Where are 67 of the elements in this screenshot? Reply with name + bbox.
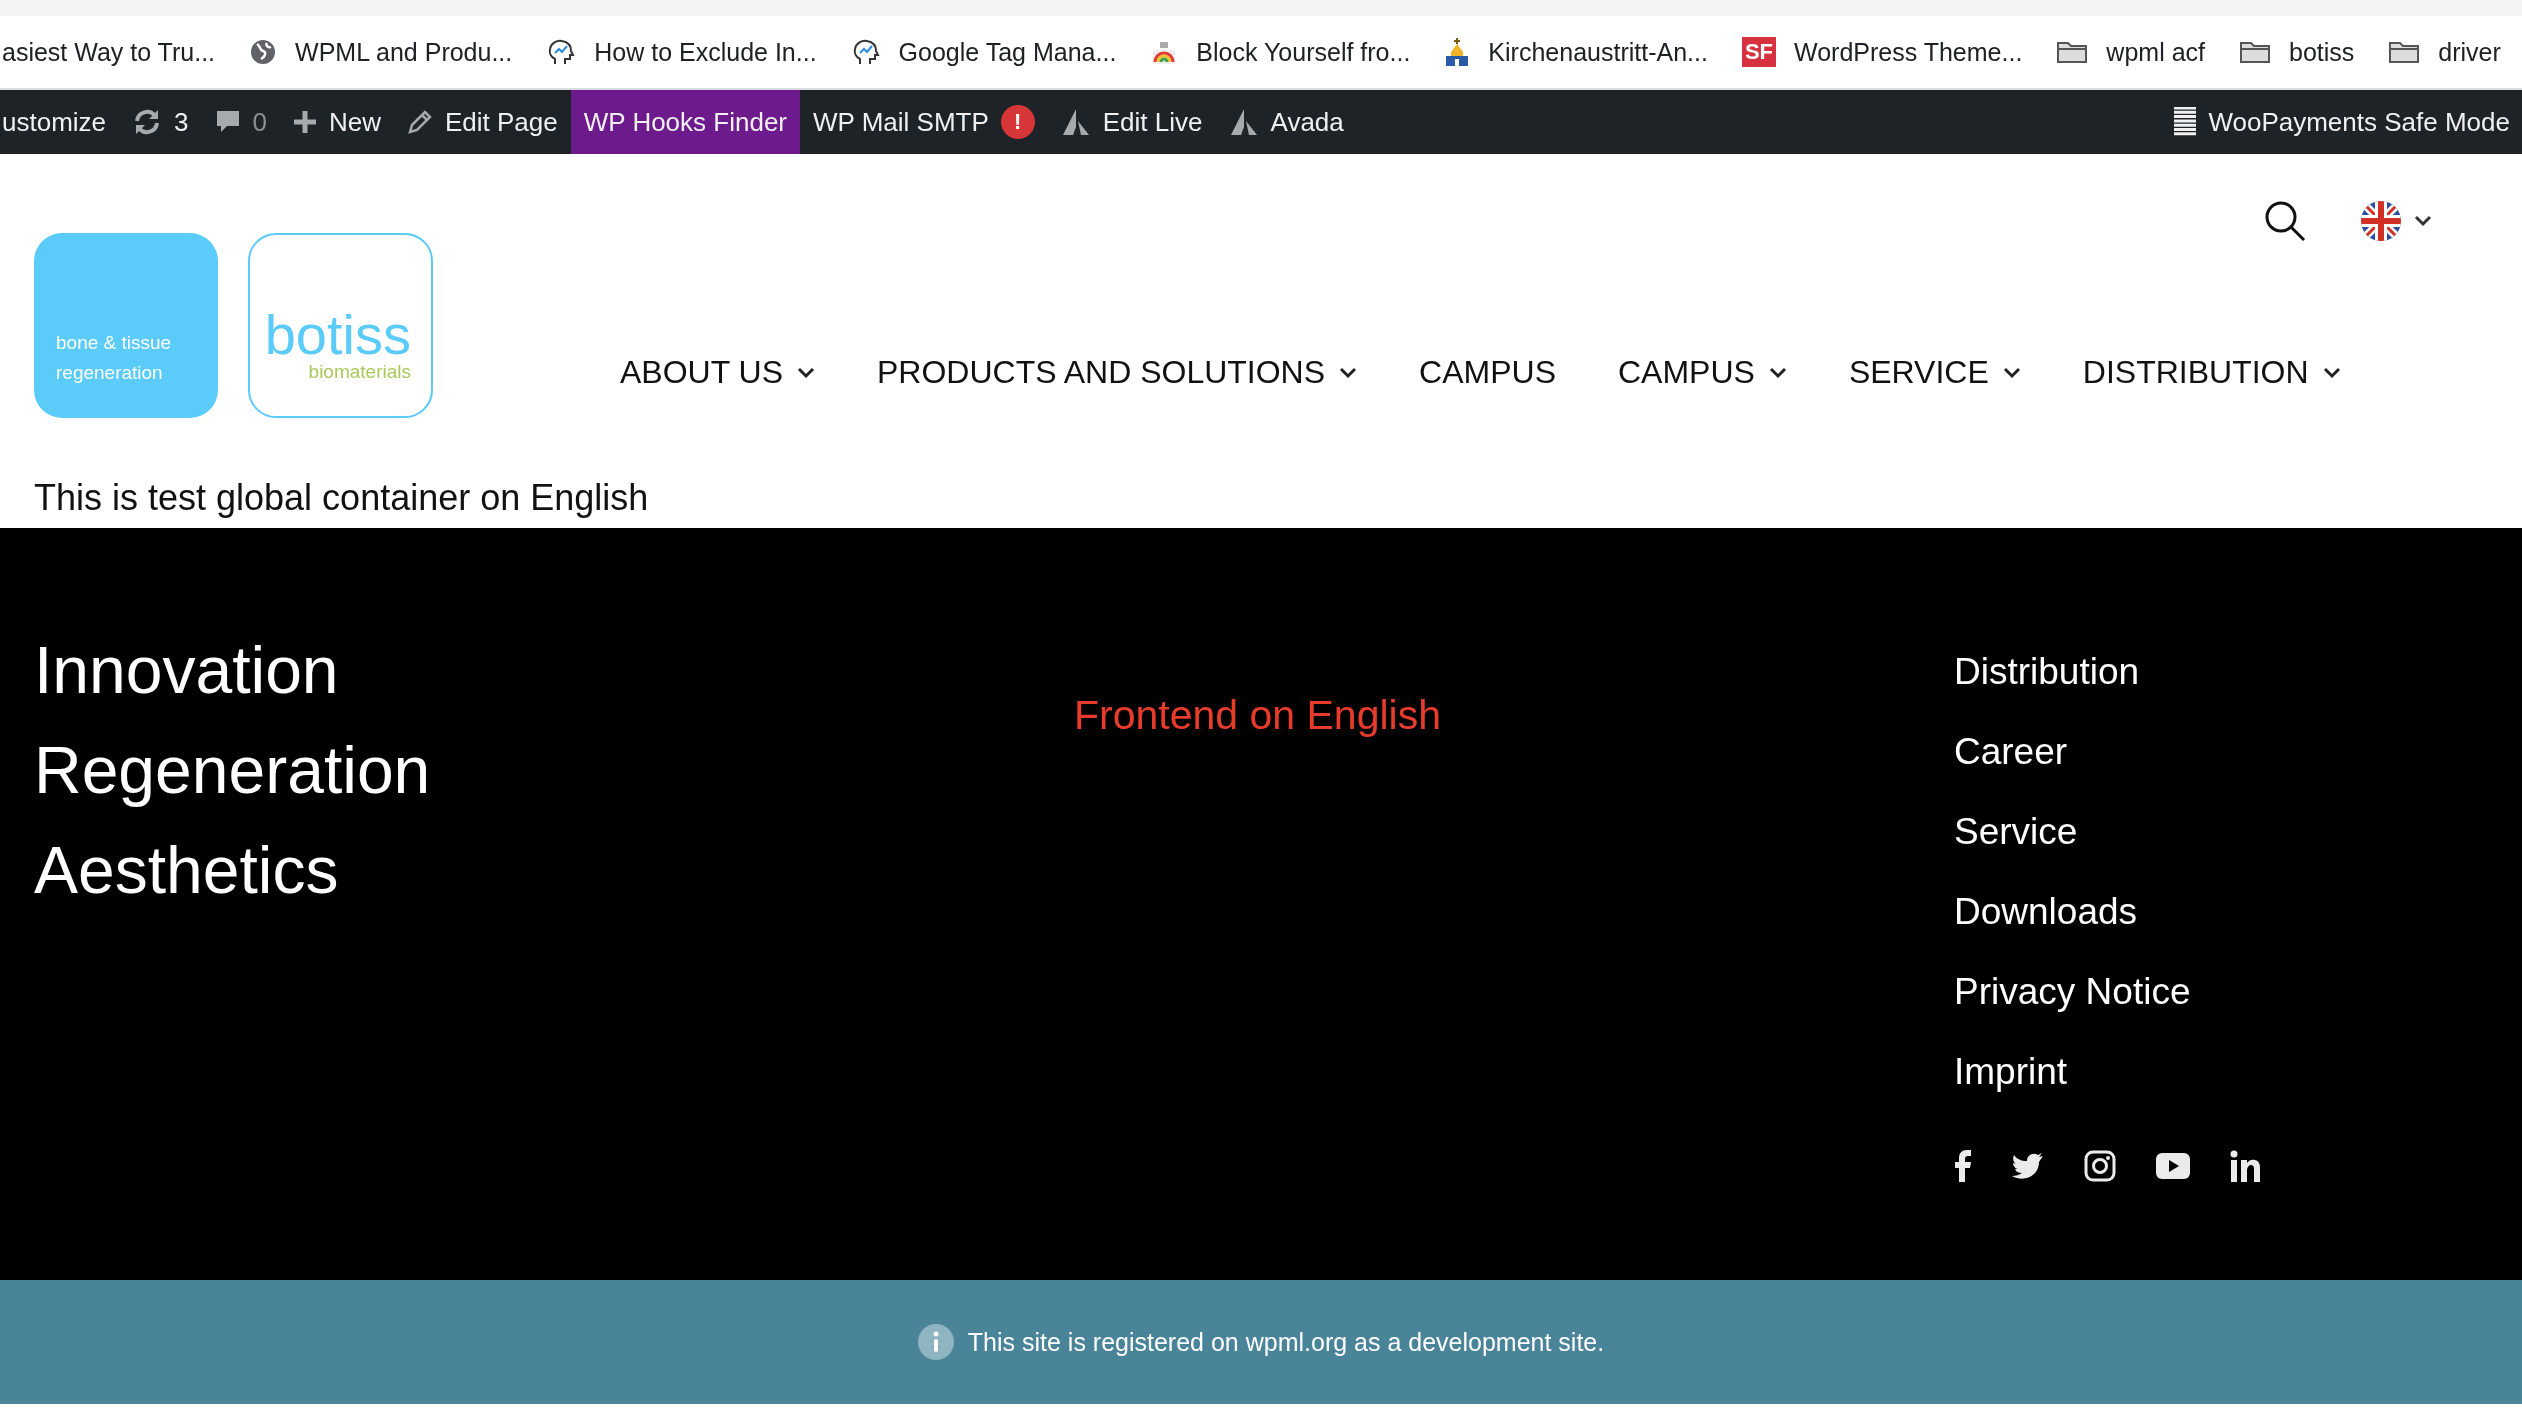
global-container-text: This is test global container on English [34,477,649,519]
bookmark[interactable]: botiss [2239,37,2355,67]
list-icon [2174,107,2197,137]
instagram-icon[interactable] [2084,1150,2116,1182]
avada-icon [1228,107,1259,137]
bookmark[interactable]: Google Tag Mana... [850,37,1117,67]
footer-tagline: Regeneration [34,732,432,809]
youtube-icon[interactable] [2156,1153,2190,1179]
bookmark[interactable]: SF WordPress Theme... [1741,37,2023,67]
bookmark[interactable]: asiest Way to Tru... [2,37,216,67]
chevron-down-icon [797,366,815,379]
chevron-down-icon [1768,366,1787,379]
globe-icon [249,38,278,66]
frontend-text: Frontend on English [1074,692,1441,738]
toolbar-item[interactable]: WP Mail SMTP ! [800,90,1048,154]
avada-icon [1060,107,1091,137]
bookmark[interactable]: Kirchenaustritt-An... [1444,37,1708,67]
search-icon[interactable] [2264,200,2306,242]
alert-badge: ! [1000,105,1035,139]
flag-icon [2360,200,2402,242]
plus-icon [293,110,317,134]
nav-item[interactable]: ABOUT US [620,354,815,391]
bookmark[interactable]: Block Yourself fro... [1150,37,1411,67]
linkedin-icon[interactable] [2230,1150,2262,1182]
comment-icon [214,109,241,135]
nav-item[interactable]: DISTRIBUTION [2082,354,2341,391]
folder-icon [2056,40,2089,64]
toolbar-item[interactable]: 3 [119,90,202,154]
church-icon [1444,37,1471,67]
toolbar-item[interactable]: New [280,90,394,154]
folder-icon [2388,40,2421,64]
bookmark[interactable]: WPML and Produ... [249,37,513,67]
site-badge: SF [1741,37,1776,67]
info-icon [917,1324,954,1360]
pencil-icon [407,109,433,135]
folder-icon [2239,40,2271,64]
bookmark[interactable]: wpml acf [2056,37,2205,67]
toolbar-item[interactable]: WooPayments Safe Mode [2161,90,2522,154]
bookmark[interactable]: driver [2388,37,2501,67]
toolbar-item[interactable]: ustomize [0,90,120,154]
toolbar-item[interactable]: Avada [1215,90,1357,154]
footer-link[interactable]: Distribution [1954,632,2262,712]
nav-item[interactable]: SERVICE [1848,354,2021,391]
toolbar-item[interactable]: 0 [201,90,280,154]
chevron-down-icon [1339,366,1358,379]
twitter-icon[interactable] [2012,1152,2044,1180]
head-icon [546,37,577,67]
footer-link[interactable]: Imprint [1954,1032,2262,1112]
toolbar-item[interactable]: WP Hooks Finder [570,90,800,154]
footer-link[interactable]: Service [1954,792,2262,872]
chevron-down-icon [2414,215,2432,227]
notice-text: This site is registered on wpml.org as a development site. [967,1327,1605,1357]
toolbar-item[interactable]: Edit Live [1047,90,1216,154]
footer-tagline: Aesthetics [34,832,340,909]
footer-link[interactable]: Career [1954,712,2262,792]
chevron-down-icon [2002,366,2021,379]
footer-tagline: Innovation [34,632,340,709]
nav-item[interactable]: PRODUCTS AND SOLUTIONS [877,354,1358,391]
chevron-down-icon [2322,366,2341,379]
bookmark[interactable]: How to Exclude In... [546,37,817,67]
toolbar-item[interactable]: Edit Page [394,90,571,154]
nav-item[interactable]: CAMPUS [1617,354,1787,391]
footer-link[interactable]: Privacy Notice [1954,952,2262,1032]
facebook-icon[interactable] [1954,1150,1972,1182]
footer-link[interactable]: Downloads [1954,872,2262,952]
language-switcher[interactable] [2360,200,2432,242]
nav-item[interactable]: CAMPUS [1419,354,1556,391]
